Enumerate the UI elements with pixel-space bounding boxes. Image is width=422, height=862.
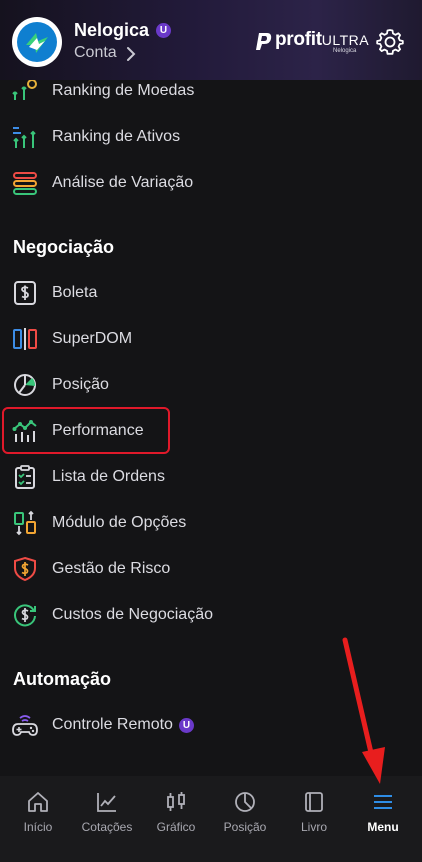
chevron-right-icon[interactable] [124,45,138,63]
ranking-coins-icon [12,79,37,100]
menu-item-label: Boleta [52,284,98,301]
menu-item-analise-variacao[interactable]: Análise de Variação [0,160,422,206]
menu-item-posicao[interactable]: Posição [0,362,422,408]
ranking-bars-icon [13,127,36,148]
menu-item-label: Custos de Negociação [52,606,213,623]
nelogica-logo-icon [17,22,57,62]
menu-item-custos-negociacao[interactable]: Custos de Negociação [0,592,422,638]
profit-logo-icon [256,33,272,50]
line-chart-icon [97,793,116,812]
brand-sub: Nelogica [333,48,357,54]
tab-cotacoes[interactable]: Cotações [72,776,142,862]
book-icon [305,792,323,812]
section-title-automacao: Automação [13,669,112,689]
tab-menu[interactable]: Menu [348,776,418,862]
menu-item-superdom[interactable]: SuperDOM [0,316,422,362]
brand-main: profit [275,29,322,50]
tab-label: Livro [300,820,327,834]
tab-grafico[interactable]: Gráfico [141,776,211,862]
tab-label: Menu [367,820,399,834]
section-title-negociacao: Negociação [13,237,115,257]
tab-label: Início [23,820,53,834]
account-link[interactable]: Conta [74,44,117,62]
tab-posicao[interactable]: Posição [210,776,280,862]
ultra-badge: U [179,718,194,733]
home-icon [28,792,48,812]
options-icon [14,510,36,536]
menu-item-label: Módulo de Opções [52,514,187,531]
stacked-layers-icon [13,172,37,195]
menu-item-boleta[interactable]: Boleta [0,270,422,316]
menu-item-lista-ordens[interactable]: Lista de Ordens [0,454,422,500]
superdom-icon [13,328,37,350]
menu-item-ranking-ativos[interactable]: Ranking de Ativos [0,114,422,160]
pie-icon [235,792,255,812]
menu-item-label: Lista de Ordens [52,468,165,485]
tab-label: Posição [223,820,267,834]
tab-inicio[interactable]: Início [3,776,73,862]
user-name[interactable]: Nelogica [74,20,149,41]
menu-item-label: Ranking de Moedas [52,82,195,99]
tab-label: Cotações [81,820,133,834]
menu-item-label: Ranking de Ativos [52,128,181,145]
candles-icon [167,792,185,811]
bottom-tab-bar: Início Cotações Gráfico Posição Livro Me… [0,776,422,862]
hamburger-icon [374,795,392,809]
brand-logo: profitULTRA Nelogica [255,29,369,59]
menu-item-controle-remoto[interactable]: Controle Remoto U [0,702,422,748]
menu-item-gestao-risco[interactable]: Gestão de Risco [0,546,422,592]
tab-label: Gráfico [156,820,196,834]
menu-item-label: Controle Remoto [52,716,173,733]
app-header: Nelogica U Conta profitULTRA Nelogica [0,0,422,80]
gear-icon[interactable] [376,28,404,56]
clipboard-icon [15,465,35,489]
performance-highlight-box [2,407,170,454]
dollar-ticket-icon [14,281,36,305]
shield-dollar-icon [14,556,36,582]
tab-livro[interactable]: Livro [279,776,349,862]
brand-ultra: ULTRA [321,32,370,48]
menu-item-label: Posição [52,376,109,393]
ultra-badge: U [156,23,171,38]
menu-item-label: Análise de Variação [52,174,194,191]
menu-item-label: Gestão de Risco [52,560,171,577]
avatar[interactable] [12,17,62,67]
pie-icon [14,374,36,396]
menu-item-modulo-opcoes[interactable]: Módulo de Opções [0,500,422,546]
dollar-cycle-icon [14,604,36,627]
gamepad-icon [12,715,38,736]
menu-item-label: SuperDOM [52,330,133,347]
